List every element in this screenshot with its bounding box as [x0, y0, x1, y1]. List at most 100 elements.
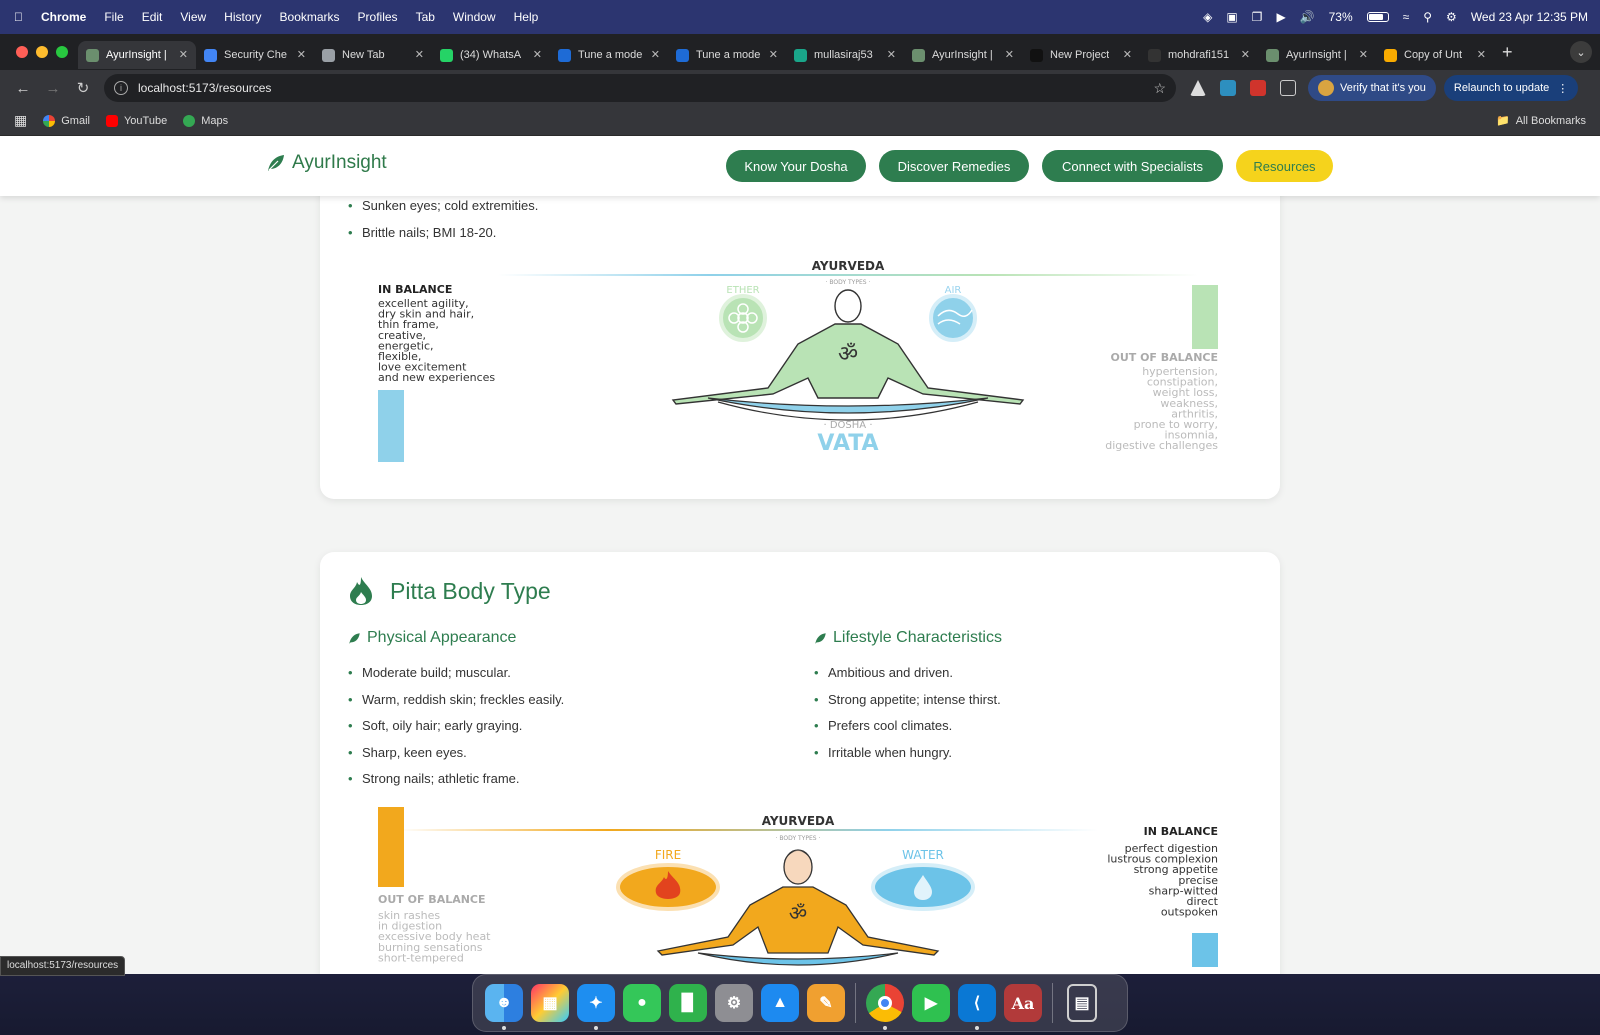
browser-tab[interactable]: (34) WhatsA ✕ — [432, 41, 550, 69]
menu-tab[interactable]: Tab — [416, 10, 435, 24]
nav-resources[interactable]: Resources — [1236, 150, 1333, 182]
site-brand[interactable]: AyurInsight — [266, 152, 387, 174]
browser-tab[interactable]: mullasiraj53 ✕ — [786, 41, 904, 69]
dock-chrome-icon[interactable] — [866, 984, 904, 1030]
dock-facetime-icon[interactable]: ▶ — [912, 984, 950, 1022]
wifi-icon[interactable]: ≈ — [1403, 10, 1410, 24]
close-tab-icon[interactable]: ✕ — [1123, 48, 1132, 61]
close-tab-icon[interactable]: ✕ — [769, 48, 778, 61]
reload-icon[interactable]: ↻ — [68, 79, 98, 97]
apple-icon[interactable]:  — [14, 10, 23, 24]
extensions-puzzle-icon[interactable] — [1280, 80, 1296, 96]
more-menu-icon[interactable]: ⋮ — [1557, 82, 1568, 95]
dock-numbers-icon[interactable]: ▉ — [669, 984, 707, 1022]
address-bar[interactable]: i localhost:5173/resources ☆ — [104, 74, 1176, 102]
close-tab-icon[interactable]: ✕ — [1241, 48, 1250, 61]
all-bookmarks-label: All Bookmarks — [1515, 114, 1586, 127]
menu-bookmarks[interactable]: Bookmarks — [280, 10, 340, 24]
dock-trash-icon[interactable]: ▤ — [1067, 984, 1097, 1022]
close-tab-icon[interactable]: ✕ — [1359, 48, 1368, 61]
spotlight-search-icon[interactable]: ⚲ — [1423, 10, 1432, 24]
dock-vscode-icon[interactable]: ⟨ — [958, 984, 996, 1030]
menu-history[interactable]: History — [224, 10, 261, 24]
browser-tab[interactable]: Copy of Unt ✕ — [1376, 41, 1494, 69]
menu-window[interactable]: Window — [453, 10, 496, 24]
tab-title: Tune a mode — [578, 49, 643, 61]
butterfly-favicon-icon — [558, 48, 571, 62]
pitta-om-symbol: ॐ — [789, 901, 807, 925]
bookmark-youtube[interactable]: YouTube — [105, 114, 167, 127]
menu-app-name[interactable]: Chrome — [41, 10, 86, 24]
pitta-out-balance-bar — [378, 807, 404, 887]
apps-grid-icon[interactable]: ▦ — [14, 112, 27, 129]
forward-arrow-icon[interactable]: → — [38, 80, 68, 97]
new-tab-button[interactable]: + — [1502, 42, 1513, 63]
control-center-icon[interactable]: ⚙ — [1446, 10, 1457, 24]
close-window-button[interactable] — [16, 46, 28, 58]
close-tab-icon[interactable]: ✕ — [415, 48, 424, 61]
address-url[interactable]: localhost:5173/resources — [138, 81, 271, 95]
dock-pages-icon[interactable]: ✎ — [807, 984, 845, 1022]
browser-tab[interactable]: New Tab ✕ — [314, 41, 432, 69]
close-tab-icon[interactable]: ✕ — [651, 48, 660, 61]
extension-triangle-icon[interactable] — [1190, 80, 1206, 96]
bookmark-maps[interactable]: Maps — [183, 114, 228, 127]
browser-tab[interactable]: AyurInsight | ✕ — [904, 41, 1022, 69]
close-tab-icon[interactable]: ✕ — [887, 48, 896, 61]
browser-tab[interactable]: Tune a mode ✕ — [550, 41, 668, 69]
vata-out-balance-title: OUT OF BALANCE — [1110, 351, 1218, 364]
dock-finder-icon[interactable]: ☻ — [485, 984, 523, 1030]
display-icon[interactable]: ▣ — [1226, 10, 1237, 24]
screen-mirror-icon[interactable]: ❐ — [1252, 10, 1263, 24]
layers-icon[interactable]: ◈ — [1203, 10, 1212, 24]
close-tab-icon[interactable]: ✕ — [533, 48, 542, 61]
ayurinsight-favicon-icon — [912, 48, 925, 62]
menu-edit[interactable]: Edit — [142, 10, 163, 24]
browser-tab[interactable]: Tune a mode ✕ — [668, 41, 786, 69]
bookmarks-bar: ▦ Gmail YouTube Maps 📁 All Bookmarks — [0, 106, 1600, 136]
menu-view[interactable]: View — [180, 10, 206, 24]
extension-puzzle-app-icon[interactable] — [1220, 80, 1236, 96]
dock-safari-icon[interactable]: ✦ — [577, 984, 615, 1030]
all-bookmarks-button[interactable]: 📁 All Bookmarks — [1496, 114, 1586, 128]
play-icon[interactable]: ▶ — [1276, 10, 1285, 24]
vata-dosha-name: VATA — [817, 431, 878, 456]
relaunch-button[interactable]: Relaunch to update ⋮ — [1443, 75, 1579, 101]
maximize-window-button[interactable] — [56, 46, 68, 58]
tab-title: Security Che — [224, 49, 287, 61]
dock-system-settings-icon[interactable]: ⚙ — [715, 984, 753, 1022]
close-tab-icon[interactable]: ✕ — [179, 48, 188, 61]
nav-discover-remedies[interactable]: Discover Remedies — [879, 150, 1029, 182]
minimize-window-button[interactable] — [36, 46, 48, 58]
dock-launchpad-icon[interactable]: ▦ — [531, 984, 569, 1022]
nav-know-your-dosha[interactable]: Know Your Dosha — [726, 150, 866, 182]
site-info-icon[interactable]: i — [114, 81, 128, 95]
browser-tab[interactable]: AyurInsight | ✕ — [1258, 41, 1376, 69]
menu-file[interactable]: File — [104, 10, 123, 24]
dock-separator — [855, 983, 856, 1023]
browser-tab[interactable]: AyurInsight | ✕ — [78, 41, 196, 69]
dock-messages-icon[interactable]: ● — [623, 984, 661, 1022]
browser-tab[interactable]: New Project ✕ — [1022, 41, 1140, 69]
tab-search-chevron-icon[interactable]: ⌄ — [1570, 41, 1592, 63]
leaf-icon — [815, 632, 826, 644]
close-tab-icon[interactable]: ✕ — [1005, 48, 1014, 61]
menu-datetime[interactable]: Wed 23 Apr 12:35 PM — [1471, 10, 1588, 24]
bookmark-gmail[interactable]: Gmail — [43, 114, 90, 127]
dock-dictionary-icon[interactable]: Aa — [1004, 984, 1042, 1022]
back-arrow-icon[interactable]: ← — [8, 80, 38, 97]
vata-body-types-label: · BODY TYPES · — [826, 279, 871, 286]
verify-identity-button[interactable]: Verify that it's you — [1308, 75, 1436, 101]
browser-tab[interactable]: mohdrafi151 ✕ — [1140, 41, 1258, 69]
menu-help[interactable]: Help — [514, 10, 539, 24]
extension-red-app-icon[interactable] — [1250, 80, 1266, 96]
browser-tab[interactable]: Security Che ✕ — [196, 41, 314, 69]
volume-icon[interactable]: 🔊 — [1300, 10, 1315, 24]
nav-connect-specialists[interactable]: Connect with Specialists — [1042, 150, 1223, 182]
menu-profiles[interactable]: Profiles — [358, 10, 398, 24]
dock-keynote-icon[interactable]: ▲ — [761, 984, 799, 1022]
bookmark-star-icon[interactable]: ☆ — [1153, 80, 1166, 97]
close-tab-icon[interactable]: ✕ — [1477, 48, 1486, 61]
close-tab-icon[interactable]: ✕ — [297, 48, 306, 61]
battery-icon[interactable] — [1366, 12, 1389, 22]
